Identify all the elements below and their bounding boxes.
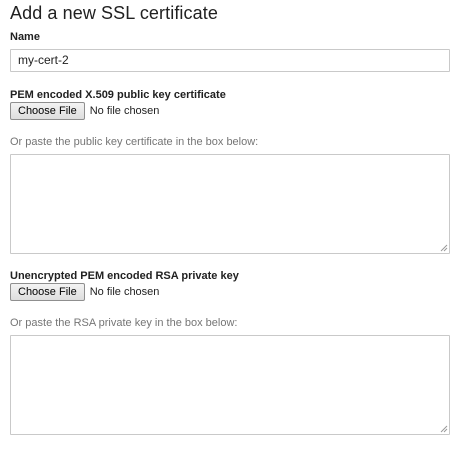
private-key-textarea[interactable]	[10, 335, 450, 435]
resize-grip-icon[interactable]	[440, 244, 448, 252]
private-key-file-status: No file chosen	[89, 286, 160, 298]
name-label: Name	[10, 31, 40, 43]
certificate-choose-file-button[interactable]: Choose File	[10, 102, 85, 120]
certificate-paste-hint: Or paste the public key certificate in t…	[10, 136, 259, 148]
private-key-choose-file-button[interactable]: Choose File	[10, 283, 85, 301]
page-title: Add a new SSL certificate	[10, 3, 218, 23]
name-input[interactable]: my-cert-2	[10, 49, 450, 72]
ssl-certificate-form: Add a new SSL certificate Name my-cert-2…	[0, 0, 471, 466]
private-key-label: Unencrypted PEM encoded RSA private key	[10, 270, 239, 282]
certificate-label: PEM encoded X.509 public key certificate	[10, 89, 226, 101]
resize-grip-icon[interactable]	[440, 425, 448, 433]
certificate-textarea[interactable]	[10, 154, 450, 254]
private-key-file-picker: Choose File No file chosen	[10, 283, 159, 301]
certificate-file-picker: Choose File No file chosen	[10, 102, 159, 120]
private-key-paste-hint: Or paste the RSA private key in the box …	[10, 317, 238, 329]
certificate-file-status: No file chosen	[89, 105, 160, 117]
